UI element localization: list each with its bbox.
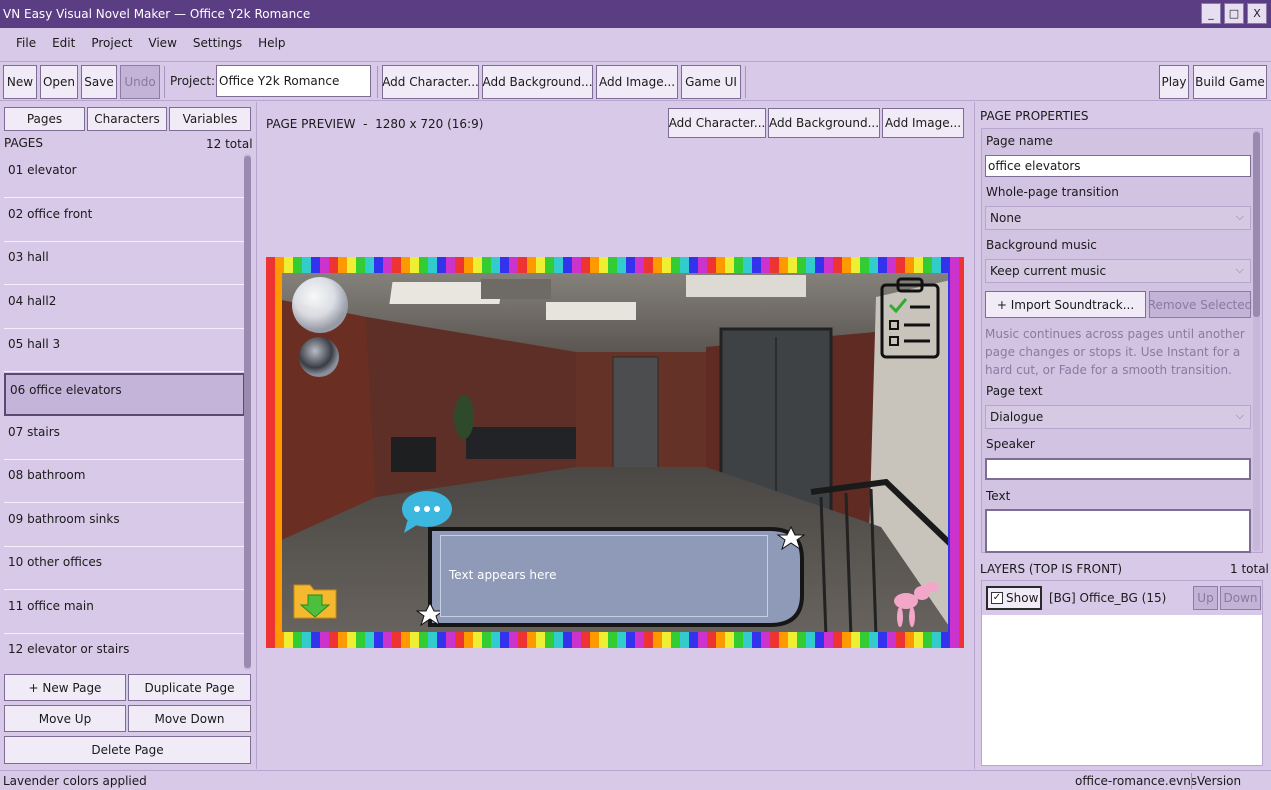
preview-header: PAGE PREVIEW - 1280 x 720 (16:9) xyxy=(266,117,484,131)
transition-value: None xyxy=(990,211,1022,225)
layer-up-button[interactable]: Up xyxy=(1193,586,1218,610)
clipboard-icon xyxy=(880,277,940,359)
menu-bar: File Edit Project View Settings Help xyxy=(0,28,1271,58)
transition-select[interactable]: None ⌵ xyxy=(985,206,1251,230)
new-page-button[interactable]: + New Page xyxy=(4,674,126,701)
remove-selected-button[interactable]: Remove Selected xyxy=(1148,291,1252,318)
play-button[interactable]: Play xyxy=(1159,65,1189,99)
layers-header: LAYERS (TOP IS FRONT) xyxy=(980,562,1123,576)
page-text-select[interactable]: Dialogue ⌵ xyxy=(985,405,1251,429)
list-item[interactable]: 10 other offices xyxy=(4,547,245,590)
list-item-selected[interactable]: 06 office elevators xyxy=(4,373,245,416)
properties-header: PAGE PROPERTIES xyxy=(980,109,1089,123)
import-soundtrack-button[interactable]: + Import Soundtrack... xyxy=(985,291,1146,318)
page-text-value: Dialogue xyxy=(990,410,1044,424)
chevron-down-icon: ⌵ xyxy=(1235,409,1244,422)
chevron-down-icon: ⌵ xyxy=(1235,263,1244,276)
list-item[interactable]: 01 elevator xyxy=(4,155,245,198)
page-name-field[interactable]: office elevators xyxy=(985,155,1251,177)
menu-view[interactable]: View xyxy=(140,36,184,50)
speaker-label: Speaker xyxy=(986,437,1035,451)
menu-file[interactable]: File xyxy=(8,36,44,50)
move-down-button[interactable]: Move Down xyxy=(128,705,251,732)
list-item[interactable]: 07 stairs xyxy=(4,417,245,460)
list-item[interactable]: 05 hall 3 xyxy=(4,329,245,372)
music-label: Background music xyxy=(986,238,1097,252)
project-name-field[interactable]: Office Y2k Romance xyxy=(216,65,371,97)
music-help-text: Music continues across pages until anoth… xyxy=(985,327,1245,377)
checkbox-icon: ✓ xyxy=(991,592,1003,604)
dialogue-text-placeholder[interactable]: Text appears here xyxy=(440,535,768,617)
layer-name: [BG] Office_BG (15) xyxy=(1049,591,1167,605)
list-item[interactable]: 12 elevator or stairs xyxy=(4,634,245,677)
balloon-dog-icon xyxy=(894,582,939,627)
chevron-down-icon: ⌵ xyxy=(1235,210,1244,223)
page-preview-canvas[interactable]: Text appears here xyxy=(266,257,964,648)
bubble-decoration xyxy=(292,277,348,377)
open-button[interactable]: Open xyxy=(40,65,78,99)
music-select[interactable]: Keep current music ⌵ xyxy=(985,259,1251,283)
layer-show-label: Show xyxy=(1006,591,1039,605)
layer-down-button[interactable]: Down xyxy=(1220,586,1261,610)
properties-scrollbar[interactable] xyxy=(1253,130,1260,551)
list-item[interactable]: 02 office front xyxy=(4,199,245,242)
menu-edit[interactable]: Edit xyxy=(44,36,83,50)
toolbar-separator xyxy=(164,66,165,98)
close-button[interactable]: X xyxy=(1247,3,1267,24)
title-bar: VN Easy Visual Novel Maker — Office Y2k … xyxy=(0,0,1271,28)
move-up-button[interactable]: Move Up xyxy=(4,705,126,732)
duplicate-page-button[interactable]: Duplicate Page xyxy=(128,674,251,701)
text-label: Text xyxy=(986,489,1011,503)
layers-list: ✓ Show [BG] Office_BG (15) Up Down xyxy=(981,580,1263,766)
pages-header: PAGES xyxy=(4,136,43,150)
toolbar: New Open Save Undo Project: Office Y2k R… xyxy=(0,61,1271,101)
undo-button[interactable]: Undo xyxy=(120,65,160,99)
tab-pages[interactable]: Pages xyxy=(4,107,85,131)
status-bar: Lavender colors applied office-romance.e… xyxy=(0,770,1271,790)
text-field[interactable] xyxy=(985,509,1251,553)
preview-add-image-button[interactable]: Add Image... xyxy=(882,108,964,138)
project-label: Project: xyxy=(170,74,216,88)
page-name-label: Page name xyxy=(986,134,1053,148)
minimize-button[interactable]: _ xyxy=(1201,3,1221,24)
maximize-button[interactable]: □ xyxy=(1224,3,1244,24)
save-button[interactable]: Save xyxy=(81,65,117,99)
toolbar-separator xyxy=(745,66,746,98)
status-separator xyxy=(1191,773,1192,789)
transition-label: Whole-page transition xyxy=(986,185,1119,199)
add-background-button[interactable]: Add Background... xyxy=(482,65,593,99)
page-list: 01 elevator 02 office front 03 hall 04 h… xyxy=(4,150,245,670)
list-item[interactable]: 11 office main xyxy=(4,591,245,634)
menu-settings[interactable]: Settings xyxy=(185,36,250,50)
page-text-label: Page text xyxy=(986,384,1043,398)
preview-add-background-button[interactable]: Add Background... xyxy=(768,108,880,138)
new-button[interactable]: New xyxy=(3,65,37,99)
add-image-button[interactable]: Add Image... xyxy=(596,65,678,99)
list-item[interactable]: 04 hall2 xyxy=(4,286,245,329)
list-item[interactable]: 09 bathroom sinks xyxy=(4,504,245,547)
delete-page-button[interactable]: Delete Page xyxy=(4,736,251,764)
status-version: Version 1.0.0 xyxy=(1197,774,1242,790)
tab-variables[interactable]: Variables xyxy=(169,107,251,131)
page-list-scrollbar[interactable] xyxy=(244,154,251,670)
preview-add-character-button[interactable]: Add Character... xyxy=(668,108,766,138)
layer-show-toggle[interactable]: ✓ Show xyxy=(986,586,1042,610)
build-game-button[interactable]: Build Game xyxy=(1193,65,1267,99)
menu-help[interactable]: Help xyxy=(250,36,293,50)
list-item[interactable]: 03 hall xyxy=(4,242,245,285)
download-folder-icon xyxy=(293,584,337,619)
window-title: VN Easy Visual Novel Maker — Office Y2k … xyxy=(3,7,311,21)
menu-project[interactable]: Project xyxy=(83,36,140,50)
tab-characters[interactable]: Characters xyxy=(87,107,167,131)
toolbar-separator xyxy=(377,66,378,98)
layers-count: 1 total xyxy=(1230,562,1269,576)
speaker-field[interactable] xyxy=(985,458,1251,480)
status-file: office-romance.evns xyxy=(1075,774,1198,788)
game-ui-button[interactable]: Game UI xyxy=(681,65,741,99)
pages-count: 12 total xyxy=(206,137,253,151)
status-message: Lavender colors applied xyxy=(3,774,147,788)
add-character-button[interactable]: Add Character... xyxy=(382,65,479,99)
list-item[interactable]: 08 bathroom xyxy=(4,460,245,503)
music-value: Keep current music xyxy=(990,264,1107,278)
